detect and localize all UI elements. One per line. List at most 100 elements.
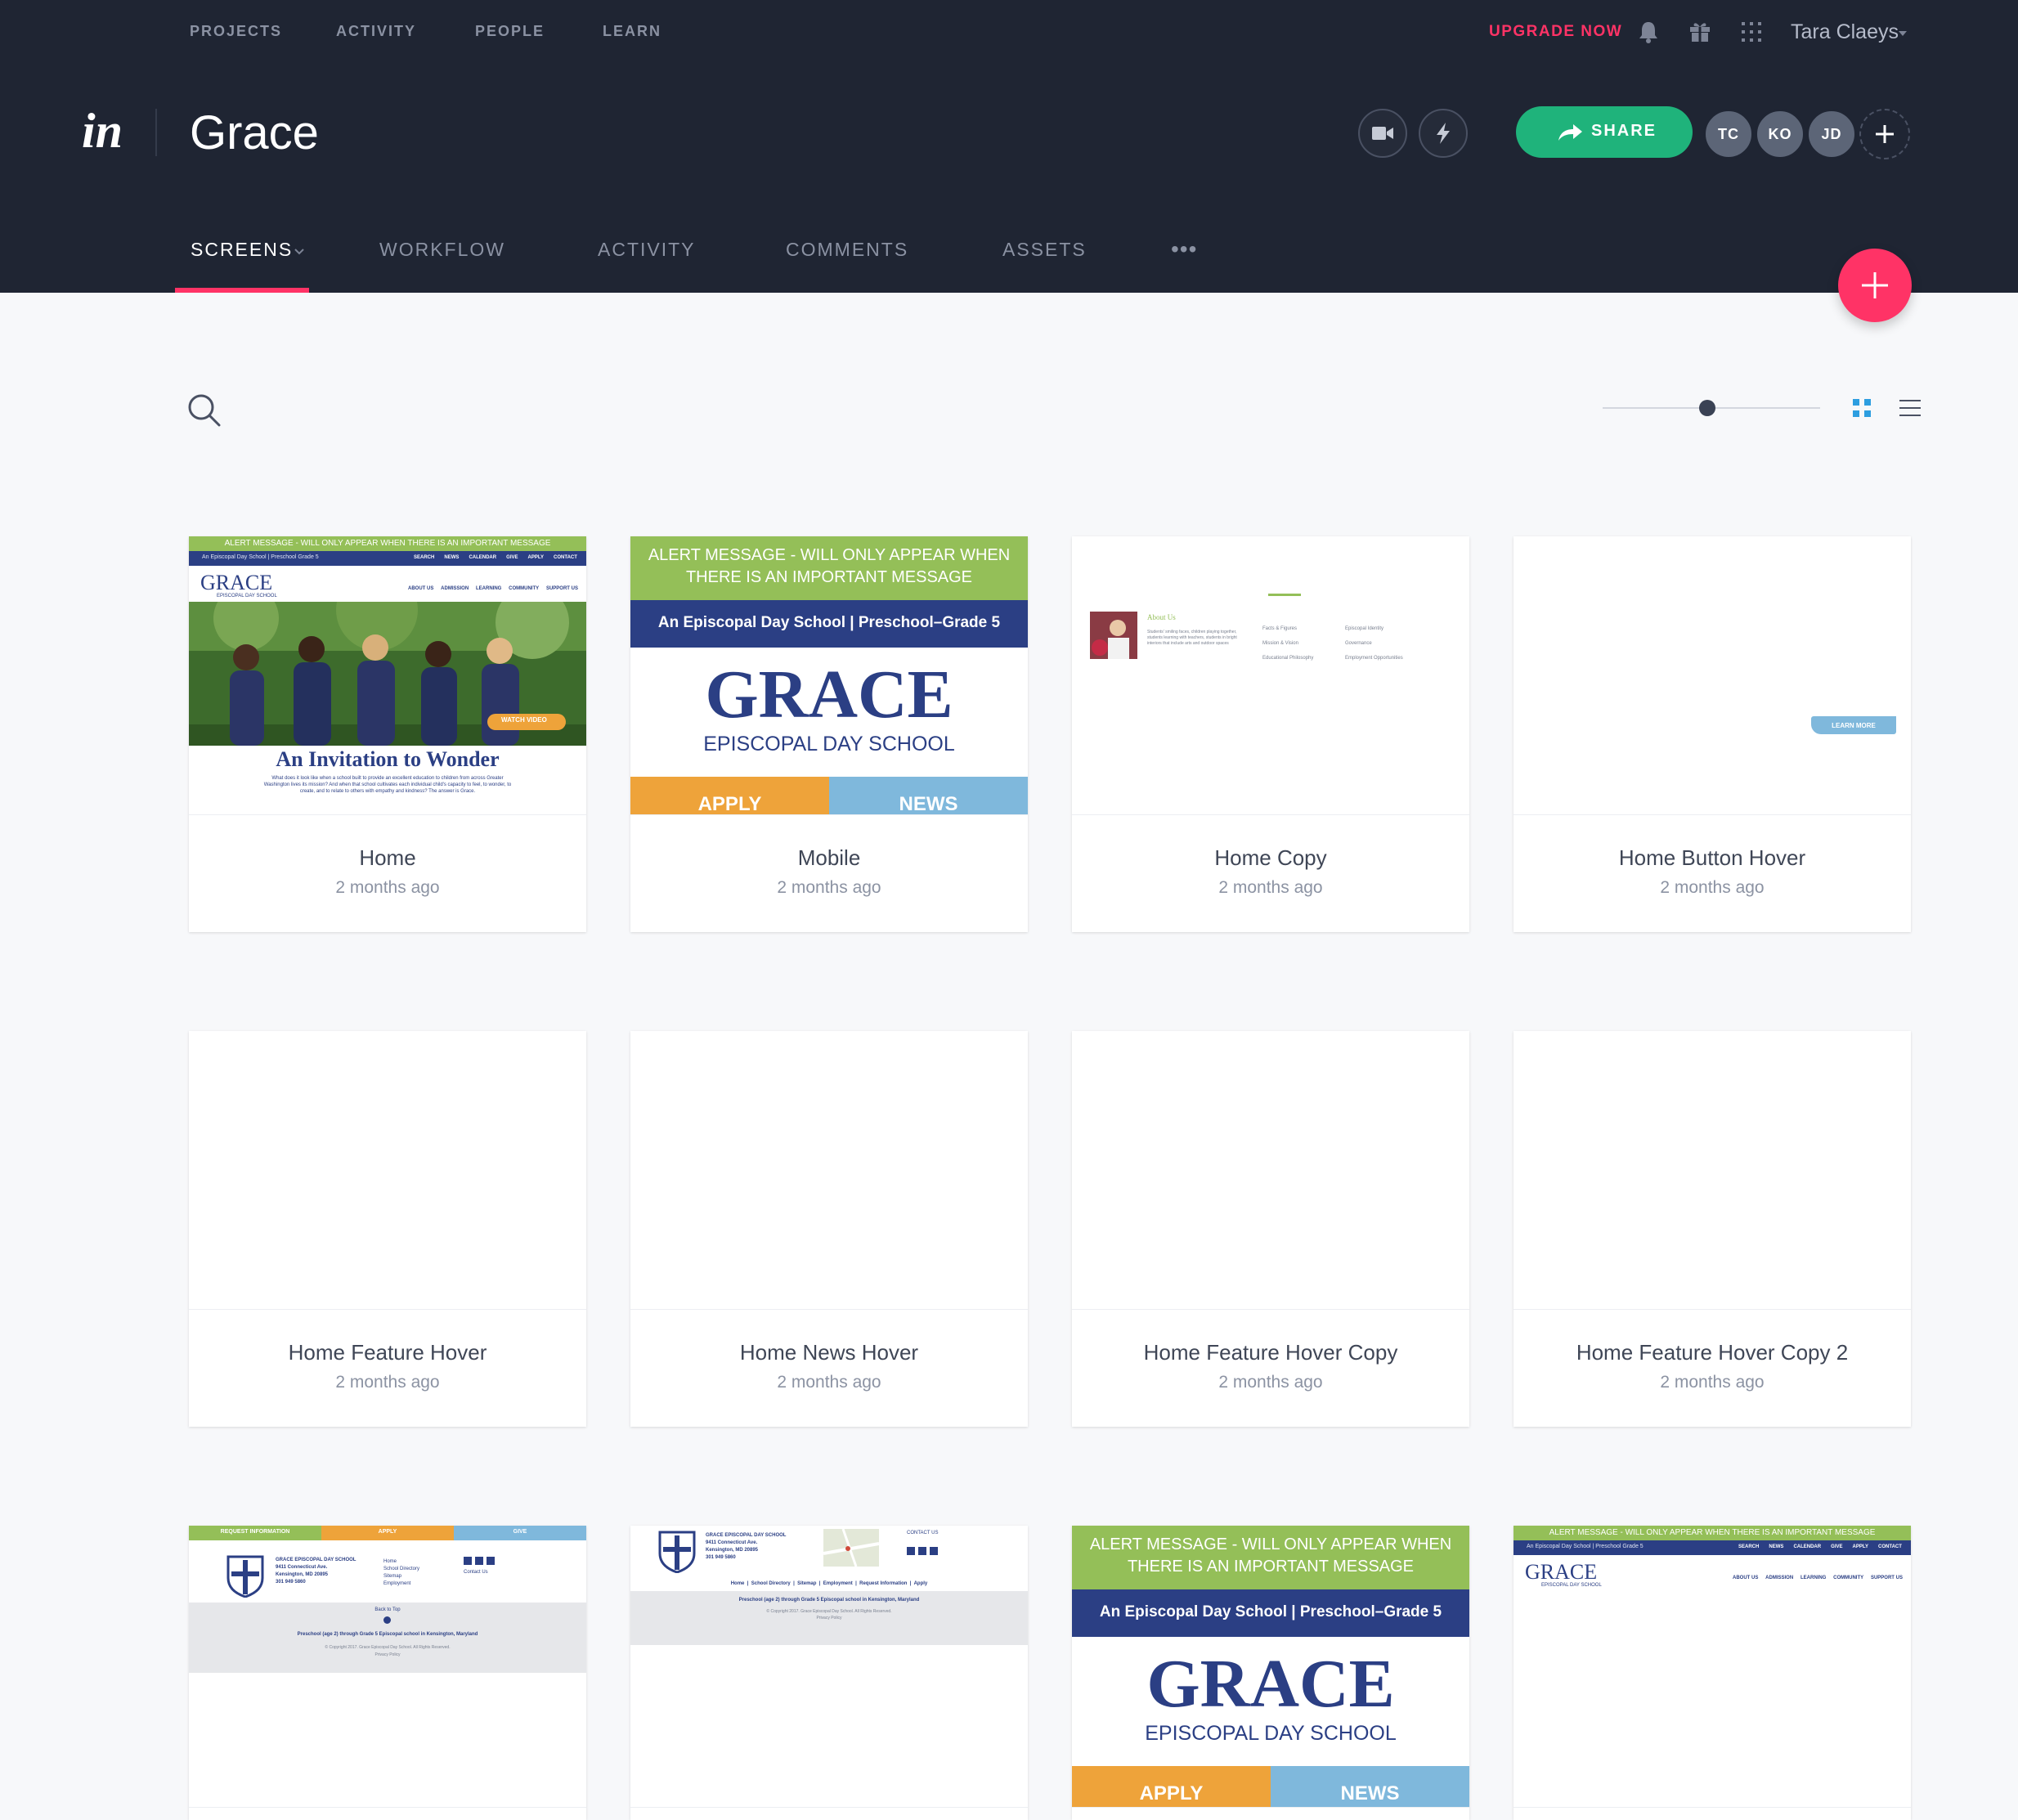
more-tabs-button[interactable]: ••• xyxy=(1171,238,1197,261)
zoom-slider-handle[interactable] xyxy=(1698,400,1715,416)
nav-learn[interactable]: LEARN xyxy=(603,23,661,40)
invision-logo[interactable]: in xyxy=(82,106,123,155)
school-name: EPISCOPAL DAY SCHOOL xyxy=(1541,1583,1602,1588)
upgrade-now-link[interactable]: UPGRADE NOW xyxy=(1489,23,1622,41)
school-address: GRACE EPISCOPAL DAY SCHOOL 9411 Connectic… xyxy=(706,1533,787,1560)
watch-video-button: WATCH VIDEO xyxy=(501,716,547,724)
screen-thumbnail[interactable]: LEARN MORE xyxy=(1514,536,1911,815)
record-video-button[interactable] xyxy=(1358,109,1407,158)
tab-comments[interactable]: COMMENTS xyxy=(786,239,908,261)
screen-name[interactable]: Mobile xyxy=(630,845,1028,871)
bell-icon[interactable] xyxy=(1635,18,1662,46)
screen-thumbnail[interactable] xyxy=(1072,1031,1469,1310)
utility-nav: SEARCH NEWS CALENDAR GIVE APPLY CONTACT xyxy=(1738,1544,1902,1549)
screen-card[interactable]: ALERT MESSAGE - WILL ONLY APPEAR WHEN TH… xyxy=(189,536,586,932)
avatar[interactable]: TC xyxy=(1703,109,1754,159)
quick-action-button[interactable] xyxy=(1419,109,1468,158)
screen-thumbnail[interactable]: GRACE EPISCOPAL DAY SCHOOL 9411 Connectic… xyxy=(630,1526,1028,1808)
map-thumbnail xyxy=(823,1529,879,1567)
school-address: GRACE EPISCOPAL DAY SCHOOL 9411 Connectic… xyxy=(276,1558,357,1585)
screen-timestamp: 2 months ago xyxy=(1660,1373,1765,1392)
chevron-down-icon[interactable] xyxy=(294,249,304,255)
tab-activity[interactable]: ACTIVITY xyxy=(598,239,696,261)
plus-icon xyxy=(1862,272,1888,298)
plus-icon xyxy=(1876,125,1894,143)
screen-card[interactable]: ALERT MESSAGE - WILL ONLY APPEAR WHEN TH… xyxy=(1514,1526,1911,1820)
school-name: EPISCOPAL DAY SCHOOL xyxy=(217,594,277,598)
screen-card[interactable]: Home Feature Hover Copy 2 2 months ago xyxy=(1514,1031,1911,1427)
tab-screens[interactable]: SCREENS xyxy=(191,239,293,261)
screen-card[interactable]: Home Feature Hover 2 months ago xyxy=(189,1031,586,1427)
chevron-down-icon xyxy=(1899,31,1907,36)
about-links: Episcopal Identity Governance Employment O… xyxy=(1345,626,1403,661)
screen-thumbnail[interactable] xyxy=(189,1031,586,1310)
screen-name[interactable]: Home xyxy=(189,845,586,871)
screen-thumbnail[interactable] xyxy=(1514,1031,1911,1310)
screen-name[interactable]: Home Copy xyxy=(1072,845,1469,871)
hero-photo xyxy=(189,602,586,746)
avatar[interactable]: JD xyxy=(1806,109,1857,159)
video-camera-icon xyxy=(1372,127,1393,140)
divider xyxy=(1268,594,1301,596)
screen-name[interactable]: Home Feature Hover Copy 2 xyxy=(1514,1340,1911,1365)
screen-card[interactable]: About Us Students' smiling faces, childr… xyxy=(1072,536,1469,932)
gift-icon[interactable] xyxy=(1686,18,1714,46)
tagline-text: An Episcopal Day School | Preschool Grad… xyxy=(202,554,319,560)
back-to-top-icon xyxy=(383,1616,391,1624)
alert-text: ALERT MESSAGE - WILL ONLY APPEAR WHEN THE… xyxy=(1089,1535,1452,1576)
screen-thumbnail[interactable]: ALERT MESSAGE - WILL ONLY APPEAR WHEN TH… xyxy=(189,536,586,815)
screen-timestamp: 2 months ago xyxy=(1218,878,1323,897)
privacy-link: Privacy Policy xyxy=(816,1616,842,1621)
add-screen-button[interactable] xyxy=(1838,249,1912,322)
nav-projects[interactable]: PROJECTS xyxy=(190,23,282,40)
screen-card[interactable]: LEARN MORE Home Button Hover 2 months ag… xyxy=(1514,536,1911,932)
school-crest-icon xyxy=(226,1555,264,1598)
privacy-link: Privacy Policy xyxy=(374,1652,401,1657)
copyright-text: © Copyright 2017. Grace Episcopal Day Sc… xyxy=(766,1609,892,1614)
grid-view-icon[interactable] xyxy=(1851,397,1872,419)
hero-headline: An Invitation to Wonder xyxy=(276,747,500,771)
screen-card[interactable]: GRACE EPISCOPAL DAY SCHOOL 9411 Connectic… xyxy=(630,1526,1028,1820)
avatar[interactable]: KO xyxy=(1755,109,1805,159)
app-header: PROJECTS ACTIVITY PEOPLE LEARN UPGRADE N… xyxy=(0,0,2018,293)
search-icon[interactable] xyxy=(186,392,222,428)
screen-card[interactable]: Home Feature Hover Copy 2 months ago xyxy=(1072,1031,1469,1427)
apply-tile: APPLY xyxy=(1139,1782,1204,1804)
school-name: EPISCOPAL DAY SCHOOL xyxy=(703,733,955,755)
intro-paragraph: What does it look like when a school bui… xyxy=(263,776,512,794)
tagline-text: An Episcopal Day School | Preschool Grad… xyxy=(1527,1544,1644,1549)
main-menu: ABOUT US ADMISSION LEARNING COMMUNITY SUPPOR… xyxy=(1733,1576,1903,1580)
user-menu[interactable]: Tara Claeys xyxy=(1791,20,1899,44)
screen-card[interactable]: ALERT MESSAGE - WILL ONLY APPEAR WHEN THE… xyxy=(630,536,1028,932)
screen-thumbnail[interactable]: ALERT MESSAGE - WILL ONLY APPEAR WHEN THE… xyxy=(630,536,1028,815)
news-tile: NEWS xyxy=(1340,1782,1400,1804)
screen-thumbnail[interactable] xyxy=(630,1031,1028,1310)
apply-link: APPLY xyxy=(378,1529,397,1535)
learn-more-label: LEARN MORE xyxy=(1832,722,1876,729)
screen-card[interactable]: ALERT MESSAGE - WILL ONLY APPEAR WHEN THE… xyxy=(1072,1526,1469,1820)
active-tab-indicator xyxy=(175,288,309,293)
screen-name[interactable]: Home Button Hover xyxy=(1514,845,1911,871)
alert-text: ALERT MESSAGE - WILL ONLY APPEAR WHEN TH… xyxy=(1549,1528,1876,1537)
tab-assets[interactable]: ASSETS xyxy=(1002,239,1087,261)
alert-text: ALERT MESSAGE - WILL ONLY APPEAR WHEN TH… xyxy=(224,539,551,548)
add-collaborator-button[interactable] xyxy=(1859,109,1910,159)
zoom-slider[interactable] xyxy=(1603,400,1820,416)
apps-grid-icon[interactable] xyxy=(1738,18,1765,46)
screen-thumbnail[interactable]: About Us Students' smiling faces, childr… xyxy=(1072,536,1469,815)
screen-card[interactable]: REQUEST INFORMATION APPLY GIVE GRACE EPI… xyxy=(189,1526,586,1820)
screen-name[interactable]: Home News Hover xyxy=(630,1340,1028,1365)
nav-activity[interactable]: ACTIVITY xyxy=(336,23,416,40)
list-view-icon[interactable] xyxy=(1899,397,1922,419)
screen-thumbnail[interactable]: ALERT MESSAGE - WILL ONLY APPEAR WHEN TH… xyxy=(1514,1526,1911,1808)
screen-name[interactable]: Home Feature Hover Copy xyxy=(1072,1340,1469,1365)
about-photo xyxy=(1090,612,1137,659)
screen-name[interactable]: Home Feature Hover xyxy=(189,1340,586,1365)
screen-card[interactable]: Home News Hover 2 months ago xyxy=(630,1031,1028,1427)
nav-people[interactable]: PEOPLE xyxy=(475,23,545,40)
share-button[interactable]: SHARE xyxy=(1516,106,1693,158)
screen-thumbnail[interactable]: ALERT MESSAGE - WILL ONLY APPEAR WHEN THE… xyxy=(1072,1526,1469,1808)
footer-links: Home School Directory Sitemap Employment xyxy=(383,1559,420,1586)
tab-workflow[interactable]: WORKFLOW xyxy=(379,239,505,261)
screen-thumbnail[interactable]: REQUEST INFORMATION APPLY GIVE GRACE EPI… xyxy=(189,1526,586,1808)
